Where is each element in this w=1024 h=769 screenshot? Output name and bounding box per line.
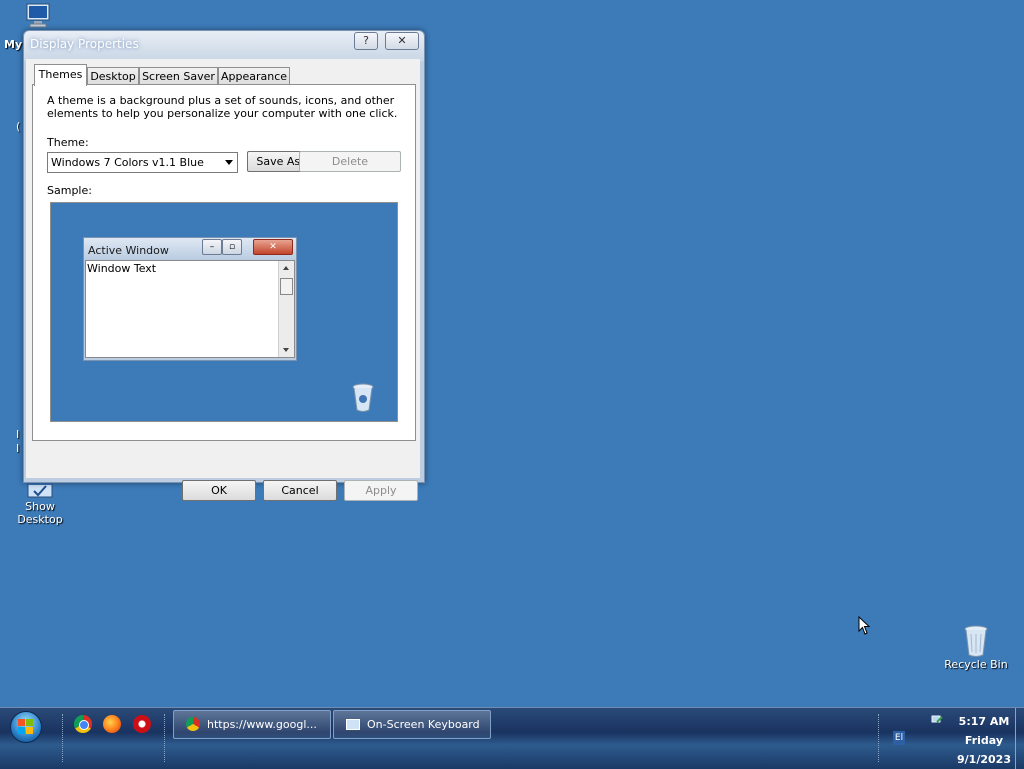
chevron-down-icon	[225, 160, 233, 165]
sample-maximize-icon: ▫	[222, 239, 242, 255]
trash-can-icon	[964, 625, 988, 657]
language-indicator[interactable]: El	[893, 731, 905, 745]
theme-label: Theme:	[47, 136, 89, 149]
sample-window-title: Active Window	[88, 244, 169, 257]
tab-screen-saver[interactable]: Screen Saver	[139, 67, 218, 85]
task-label: https://www.googl...	[207, 718, 317, 731]
sample-scrollbar	[278, 261, 294, 357]
scroll-down-icon	[283, 348, 289, 352]
recycle-bin-label: Recycle Bin	[944, 658, 1008, 671]
display-properties-window: Display Properties ? ✕ Themes Desktop Sc…	[23, 30, 425, 501]
computer-icon	[26, 3, 50, 28]
chrome-icon[interactable]	[74, 715, 92, 733]
apply-button[interactable]: Apply	[344, 480, 418, 501]
sample-recycle-bin-icon	[352, 383, 374, 412]
clock-date: 9/1/2023	[957, 753, 1011, 766]
show-desktop-button[interactable]	[1015, 708, 1024, 769]
tab-desktop[interactable]: Desktop	[87, 67, 139, 85]
theme-sample-preview: Active Window – ▫ ✕ Window Text	[50, 202, 398, 422]
window-title: Display Properties	[30, 37, 139, 51]
windows-logo-icon	[18, 719, 33, 734]
tab-appearance[interactable]: Appearance	[218, 67, 290, 85]
show-desktop-label: Show Desktop	[17, 500, 63, 526]
clock-day: Friday	[964, 734, 1004, 747]
start-button[interactable]	[10, 711, 42, 743]
opera-icon[interactable]	[133, 715, 151, 733]
sample-active-window: Active Window – ▫ ✕ Window Text	[83, 237, 297, 361]
taskbar: https://www.googl... On-Screen Keyboard …	[0, 707, 1024, 769]
sample-window-body: Window Text	[85, 260, 295, 358]
taskbar-button-chrome[interactable]: https://www.googl...	[173, 710, 331, 739]
delete-button[interactable]: Delete	[299, 151, 401, 172]
help-button[interactable]: ?	[354, 32, 378, 50]
system-clock[interactable]: 5:17 AM Friday 9/1/2023	[946, 712, 1022, 769]
cancel-button[interactable]: Cancel	[263, 480, 337, 501]
theme-description: A theme is a background plus a set of so…	[47, 94, 398, 120]
firefox-icon[interactable]	[103, 715, 121, 733]
title-bar[interactable]: Display Properties ? ✕	[24, 31, 424, 57]
theme-dropdown[interactable]: Windows 7 Colors v1.1 Blue	[47, 152, 238, 173]
sample-window-text: Window Text	[87, 262, 157, 275]
keyboard-icon	[346, 719, 360, 730]
themes-panel: A theme is a background plus a set of so…	[32, 84, 416, 441]
network-icon[interactable]	[931, 714, 945, 726]
my-computer-label: My	[4, 38, 23, 51]
taskbar-button-on-screen-keyboard[interactable]: On-Screen Keyboard	[333, 710, 491, 739]
taskbar-separator	[164, 714, 168, 762]
theme-dropdown-value: Windows 7 Colors v1.1 Blue	[51, 156, 204, 169]
tab-themes[interactable]: Themes	[34, 64, 87, 86]
sample-minimize-icon: –	[202, 239, 222, 255]
clock-time: 5:17 AM	[958, 715, 1010, 728]
scroll-up-icon	[283, 266, 289, 270]
task-label: On-Screen Keyboard	[367, 718, 480, 731]
chrome-icon	[186, 717, 200, 731]
sample-label: Sample:	[47, 184, 92, 197]
recycle-bin-icon[interactable]: Recycle Bin	[940, 624, 1012, 671]
taskbar-separator	[62, 714, 66, 762]
sample-close-icon: ✕	[253, 239, 293, 255]
dialog-client-area: Themes Desktop Screen Saver Appearance A…	[26, 59, 420, 501]
scroll-thumb	[280, 278, 293, 295]
mouse-cursor-icon	[858, 616, 871, 635]
close-button[interactable]: ✕	[385, 32, 419, 50]
taskbar-separator	[878, 714, 882, 762]
ok-button[interactable]: OK	[182, 480, 256, 501]
show-desktop-icon[interactable]: Show Desktop	[8, 478, 72, 526]
